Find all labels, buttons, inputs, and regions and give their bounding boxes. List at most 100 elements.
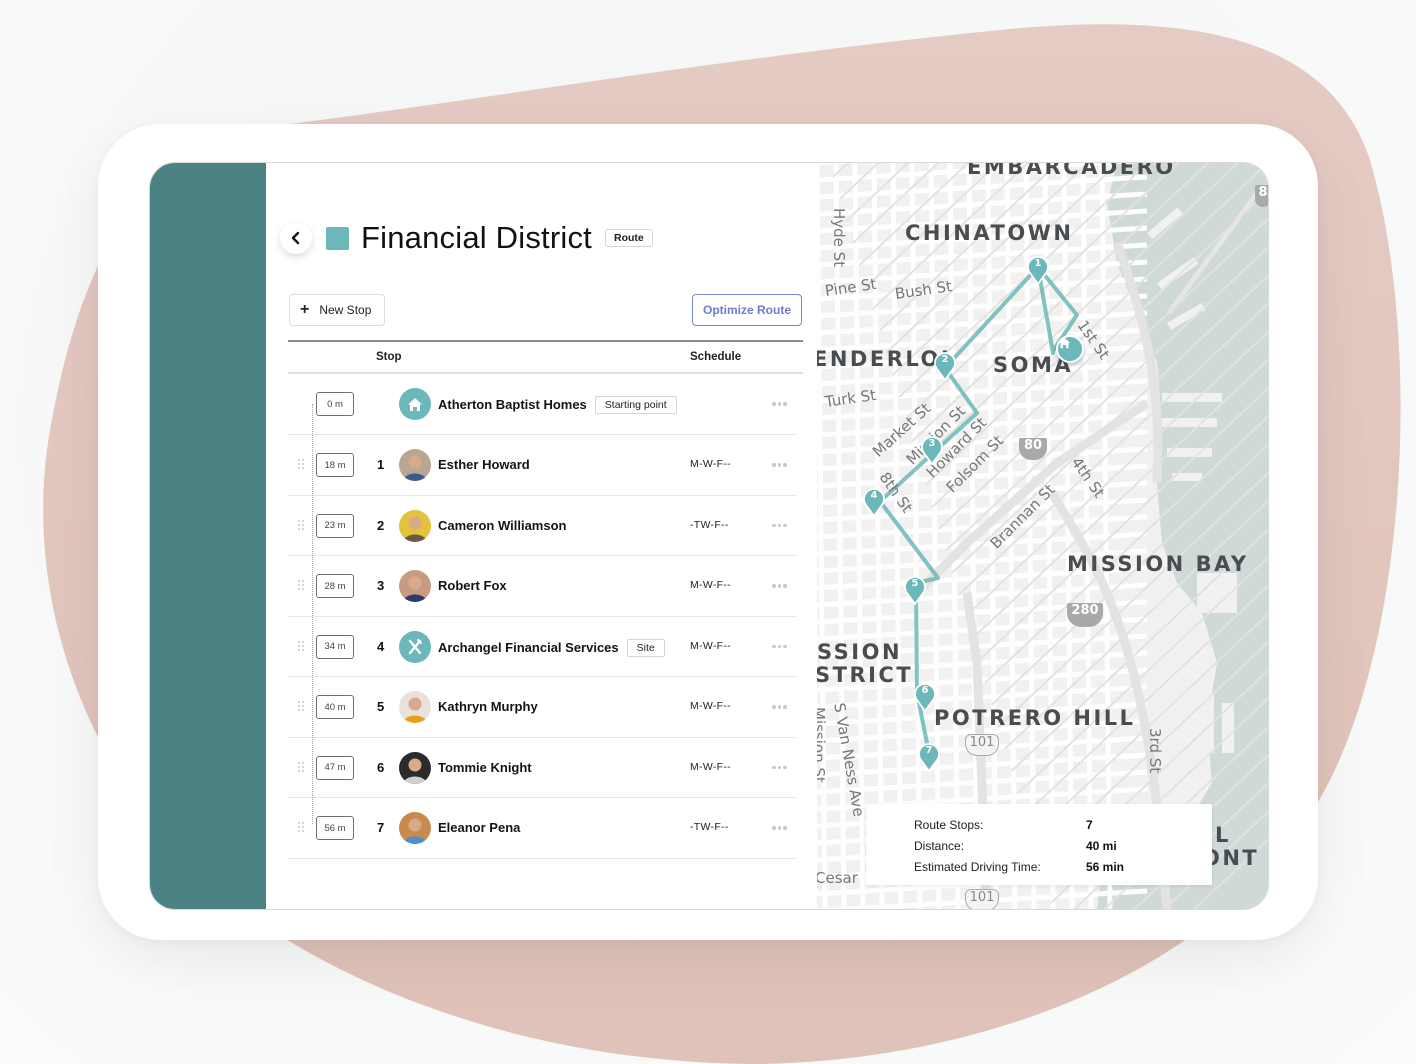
schedule-days: -TW-F-- xyxy=(690,518,729,531)
stop-number: 7 xyxy=(377,820,385,835)
stop-number: 2 xyxy=(377,517,385,533)
drag-handle-icon[interactable] xyxy=(298,580,306,592)
map-pin-3[interactable]: 3 xyxy=(921,435,943,465)
map-pin-number: 6 xyxy=(921,685,929,696)
new-stop-label: New Stop xyxy=(319,303,372,317)
schedule-days: M-W-F-- xyxy=(690,639,731,652)
stop-row[interactable]: 40 m 5 Kathryn Murphy M-W-F-- xyxy=(288,677,797,738)
map-pin-1[interactable]: 1 xyxy=(1027,255,1049,285)
map-pin-6[interactable]: 6 xyxy=(914,682,936,712)
home-icon xyxy=(1058,337,1071,349)
avatar xyxy=(399,691,431,723)
route-stops-label: Route Stops: xyxy=(914,818,984,832)
avatar xyxy=(399,509,431,542)
more-options-button[interactable] xyxy=(772,705,788,709)
drag-handle-icon[interactable] xyxy=(298,822,306,834)
stop-name: Esther Howard xyxy=(438,457,530,472)
map-pin-number: 7 xyxy=(925,745,933,756)
stop-name: Atherton Baptist Homes Starting point xyxy=(438,396,677,414)
stop-row[interactable]: 47 m 6 Tommie Knight M-W-F-- xyxy=(288,738,797,798)
fork-knife-icon xyxy=(399,630,431,663)
stop-row[interactable]: 56 m 7 Eleanor Pena -TW-F-- xyxy=(288,798,797,859)
map-pin-number: 4 xyxy=(870,490,878,501)
drag-handle-icon[interactable] xyxy=(298,701,306,713)
map-pin-number: 3 xyxy=(928,438,936,449)
distance-label: Distance: xyxy=(914,839,965,853)
more-options-button[interactable] xyxy=(772,765,788,770)
stop-number: 5 xyxy=(377,699,385,714)
column-header-stop: Stop xyxy=(376,351,402,363)
stop-row[interactable]: 18 m 1 Esther Howard M-W-F-- xyxy=(288,435,797,496)
optimize-route-button[interactable]: Optimize Route xyxy=(692,294,802,326)
more-options-button[interactable] xyxy=(772,402,788,406)
more-options-button[interactable] xyxy=(772,644,788,649)
home-marker[interactable] xyxy=(1056,335,1084,363)
starting-point-tag: Starting point xyxy=(594,396,677,414)
new-stop-button[interactable]: + New Stop xyxy=(289,294,385,326)
route-stops-value: 7 xyxy=(1086,818,1093,832)
elapsed-time: 40 m xyxy=(316,695,354,719)
drag-handle-icon[interactable] xyxy=(298,519,306,532)
stop-name-text: Tommie Knight xyxy=(438,759,532,775)
stop-number: 6 xyxy=(377,759,385,775)
street-mission-lower: Mission St xyxy=(817,707,828,783)
more-options-button[interactable] xyxy=(772,826,788,830)
map-pin-number: 1 xyxy=(1034,258,1042,269)
more-options-button[interactable] xyxy=(772,463,788,467)
elapsed-time: 18 m xyxy=(316,453,354,477)
sidebar xyxy=(150,163,266,909)
route-map[interactable]: EMBARCADERO CHINATOWN ENDERLOI SOMA MISS… xyxy=(817,163,1268,909)
stop-name: Kathryn Murphy xyxy=(438,699,538,714)
map-pin-4[interactable]: 4 xyxy=(863,487,885,517)
stop-name-text: Eleanor Pena xyxy=(438,820,521,835)
stop-name: Cameron Williamson xyxy=(438,518,566,533)
drag-handle-icon[interactable] xyxy=(298,640,306,653)
table-header: Stop Schedule xyxy=(288,340,803,374)
stop-name-text: Archangel Financial Services xyxy=(438,639,619,655)
distance-value: 40 mi xyxy=(1086,839,1117,853)
avatar xyxy=(399,449,431,481)
stop-number: 3 xyxy=(377,578,385,593)
page-title: Financial District xyxy=(361,220,592,255)
more-options-button[interactable] xyxy=(772,584,788,588)
route-color-swatch xyxy=(326,226,349,250)
starting-point-row[interactable]: 0 m Atherton Baptist Homes Starting point xyxy=(288,374,797,435)
stop-name-text: Cameron Williamson xyxy=(438,517,567,533)
map-pin-number: 5 xyxy=(911,578,919,589)
elapsed-time: 0 m xyxy=(316,392,354,416)
map-label-fragment-1: L xyxy=(1215,823,1231,847)
map-pin-number: 2 xyxy=(941,354,949,365)
schedule-days: M-W-F-- xyxy=(690,700,731,712)
map-label-potrero-hill: POTRERO HILL xyxy=(934,706,1136,730)
route-panel: Financial District Route + New Stop Opti… xyxy=(266,163,817,909)
avatar xyxy=(399,751,431,784)
route-badge: Route xyxy=(604,229,653,247)
home-icon xyxy=(399,388,431,420)
page-header: Financial District Route xyxy=(280,215,653,261)
chevron-left-icon xyxy=(291,231,300,245)
stop-number: 4 xyxy=(377,638,385,654)
us-101-shield: 101 xyxy=(965,734,999,756)
column-header-schedule: Schedule xyxy=(690,351,742,363)
interstate-80-shield-bridge: 8 xyxy=(1255,185,1268,207)
more-options-button[interactable] xyxy=(772,523,788,528)
map-label-chinatown: CHINATOWN xyxy=(905,221,1074,245)
schedule-days: M-W-F-- xyxy=(690,458,731,470)
elapsed-time: 34 m xyxy=(316,634,354,659)
back-button[interactable] xyxy=(280,222,312,254)
schedule-days: M-W-F-- xyxy=(690,760,731,773)
interstate-80-shield: 80 xyxy=(1019,438,1047,460)
map-pin-5[interactable]: 5 xyxy=(904,575,926,605)
stop-name-text: Esther Howard xyxy=(438,457,530,472)
stop-row[interactable]: 34 m 4 Archangel Financial Services Site … xyxy=(288,617,797,677)
stop-row[interactable]: 28 m 3 Robert Fox M-W-F-- xyxy=(288,556,797,617)
map-pin-2[interactable]: 2 xyxy=(934,351,956,381)
drag-handle-icon[interactable] xyxy=(298,459,306,471)
map-label-mission-2: STRICT xyxy=(817,663,914,687)
stop-row[interactable]: 23 m 2 Cameron Williamson -TW-F-- xyxy=(288,496,797,556)
map-label-tenderloin: ENDERLOI xyxy=(817,347,952,371)
street-cesar: Cesar xyxy=(817,869,858,887)
map-pin-7[interactable]: 7 xyxy=(918,742,940,772)
drag-handle-icon[interactable] xyxy=(298,761,306,774)
stop-name-text: Atherton Baptist Homes xyxy=(438,397,587,412)
